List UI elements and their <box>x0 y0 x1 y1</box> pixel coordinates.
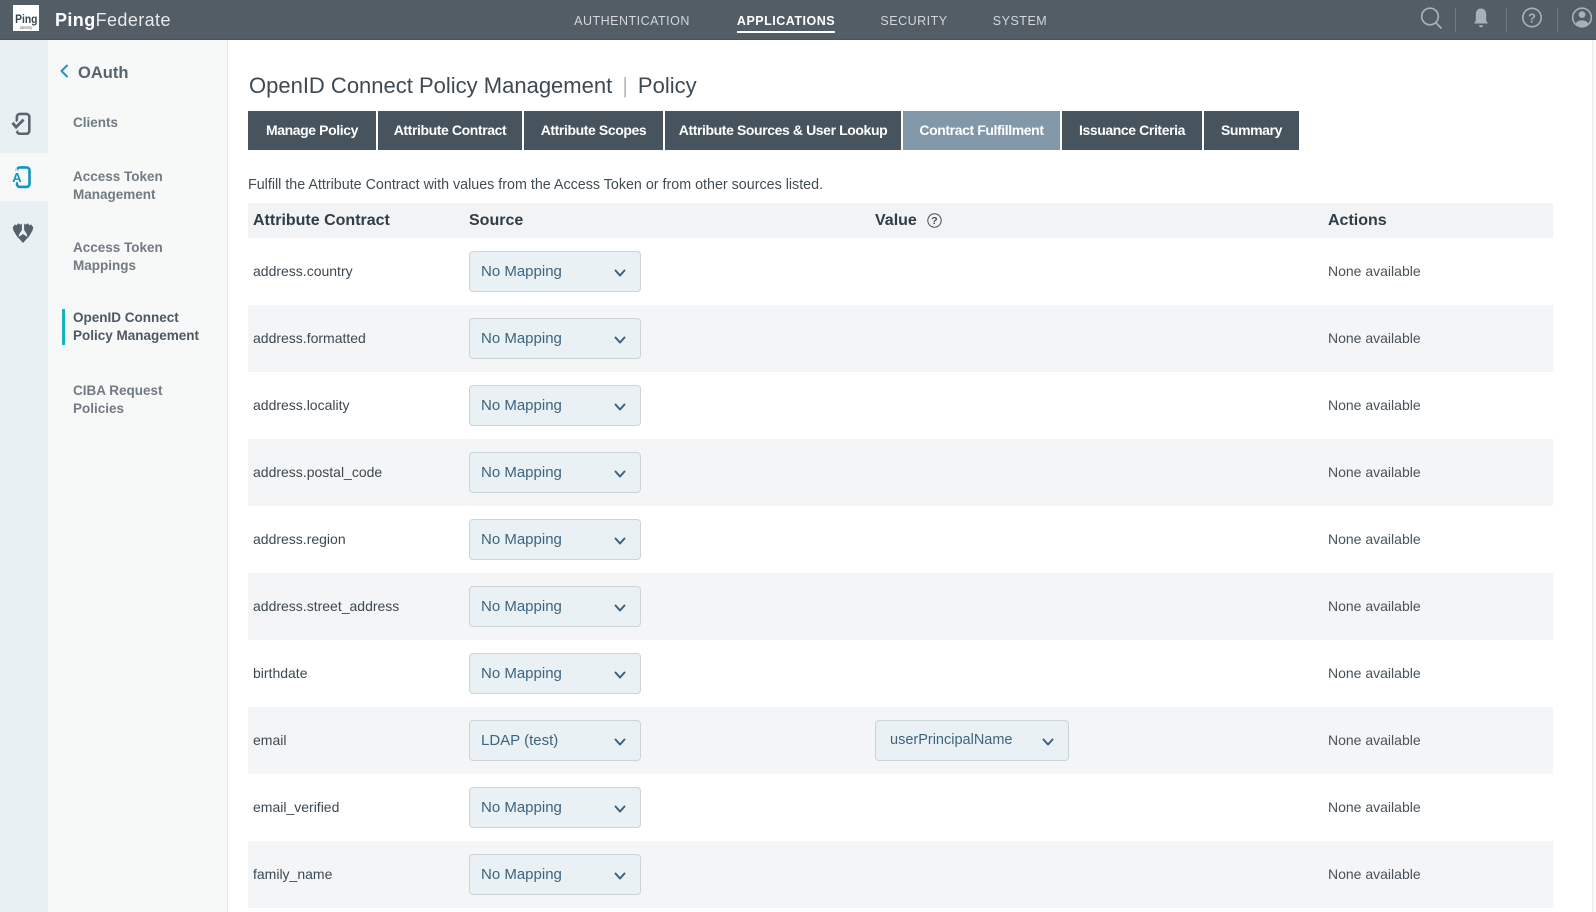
svg-text:?: ? <box>931 215 937 227</box>
svg-text:?: ? <box>1528 11 1536 26</box>
svg-text:A: A <box>12 170 22 185</box>
